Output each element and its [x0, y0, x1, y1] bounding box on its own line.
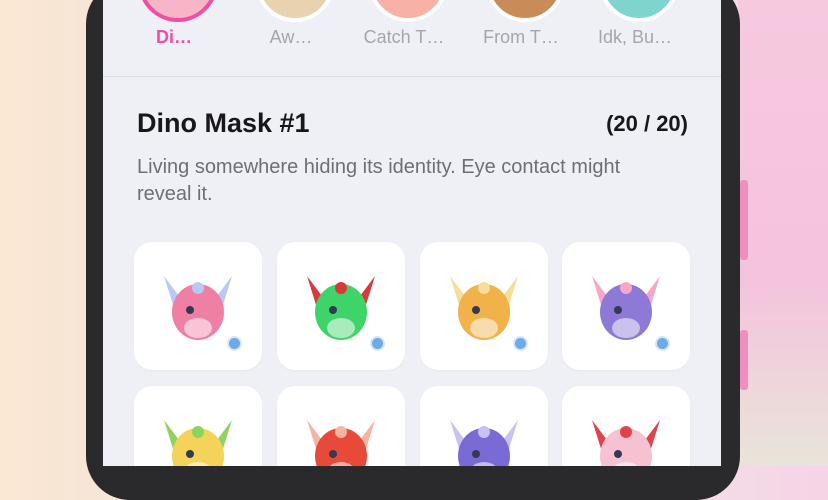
tab-thumbnail	[599, 0, 679, 22]
mask-decoration	[620, 426, 632, 438]
tab-4[interactable]: Idk, Bu…	[590, 0, 680, 76]
mask-decoration	[620, 282, 632, 294]
collection-description: Living somewhere hiding its identity. Ey…	[137, 156, 621, 205]
tab-thumbnail	[255, 0, 335, 22]
mask-card[interactable]	[562, 386, 690, 466]
mask-snout	[184, 318, 212, 338]
mask-card[interactable]	[134, 386, 262, 466]
mask-eye	[329, 306, 337, 314]
tab-thumbnail	[485, 0, 565, 22]
mask-eye	[472, 306, 480, 314]
tab-label: Aw…	[269, 27, 313, 47]
mask-card[interactable]	[420, 386, 548, 466]
mask-decoration	[478, 426, 490, 438]
owned-badge-icon	[655, 336, 670, 351]
mask-card[interactable]	[277, 386, 405, 466]
owned-badge-icon	[370, 336, 385, 351]
mask-card[interactable]	[562, 242, 690, 370]
owned-badge-icon	[513, 336, 528, 351]
tab-3[interactable]: From T…	[476, 0, 566, 76]
mask-eye	[472, 450, 480, 458]
tab-0[interactable]: Di…	[129, 0, 219, 76]
mask-card[interactable]	[134, 242, 262, 370]
background-right	[738, 0, 828, 466]
mask-eye	[614, 306, 622, 314]
mask-eye	[329, 450, 337, 458]
collection-title: Dino Mask #1	[137, 108, 310, 138]
tab-label: From T…	[483, 27, 559, 47]
phone-side-button	[740, 330, 748, 390]
tab-thumbnail	[138, 0, 218, 22]
tab-label: Catch T…	[363, 27, 445, 47]
collection-tabs: Di… Aw… Catch T… From T… Idk, Bu…	[103, 0, 721, 77]
owned-badge-icon	[227, 336, 242, 351]
mask-illustration	[450, 420, 518, 466]
collection-count: (20 / 20)	[606, 111, 688, 136]
mask-snout	[327, 318, 355, 338]
mask-snout	[470, 318, 498, 338]
app-screen: Di… Aw… Catch T… From T… Idk, Bu… Dino Mask …	[103, 0, 721, 466]
mask-decoration	[478, 282, 490, 294]
mask-eye	[186, 450, 194, 458]
mask-eye	[614, 450, 622, 458]
mask-eye	[186, 306, 194, 314]
mask-illustration	[592, 420, 660, 466]
tab-1[interactable]: Aw…	[246, 0, 336, 76]
mask-illustration	[450, 276, 518, 340]
mask-decoration	[192, 282, 204, 294]
phone-side-button	[740, 180, 748, 260]
mask-illustration	[592, 276, 660, 340]
mask-snout	[612, 318, 640, 338]
tab-thumbnail	[368, 0, 448, 22]
mask-illustration	[307, 420, 375, 466]
mask-decoration	[335, 282, 347, 294]
mask-decoration	[192, 426, 204, 438]
mask-card[interactable]	[420, 242, 548, 370]
mask-illustration	[307, 276, 375, 340]
tab-label: Idk, Bu…	[597, 27, 673, 47]
mask-illustration	[164, 420, 232, 466]
mask-decoration	[335, 426, 347, 438]
tab-2[interactable]: Catch T…	[359, 0, 449, 76]
mask-illustration	[164, 276, 232, 340]
tab-label: Di…	[156, 27, 192, 47]
mask-card[interactable]	[277, 242, 405, 370]
